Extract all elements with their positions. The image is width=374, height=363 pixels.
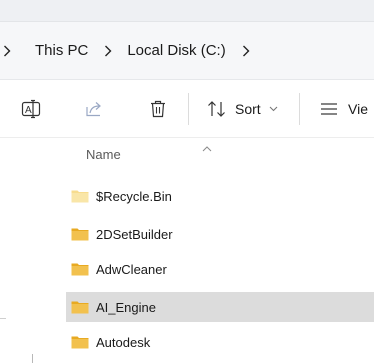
breadcrumb: This PC Local Disk (C:) — [0, 22, 374, 80]
delete-icon[interactable] — [146, 97, 170, 121]
list-item-label: Autodesk — [96, 334, 151, 350]
view-icon — [320, 102, 338, 116]
column-header-name[interactable]: Name — [86, 147, 121, 162]
breadcrumb-item-this-pc[interactable]: This PC — [35, 42, 88, 59]
rename-icon[interactable]: A — [19, 97, 43, 121]
sort-label: Sort — [235, 101, 261, 117]
view-label: Vie — [348, 101, 368, 117]
folder-icon — [71, 335, 89, 349]
share-icon[interactable] — [82, 97, 106, 121]
folder-icon — [71, 227, 89, 241]
list-item-label: AI_Engine — [96, 299, 156, 315]
sort-button[interactable]: Sort — [207, 97, 278, 121]
view-button[interactable]: Vie — [320, 97, 368, 121]
toolbar-divider — [188, 93, 189, 125]
chevron-down-icon — [269, 106, 278, 112]
sort-icon — [207, 100, 227, 118]
breadcrumb-item-local-disk[interactable]: Local Disk (C:) — [127, 42, 225, 59]
title-bar-strip — [0, 0, 374, 22]
navigation-pane-scroll-tick — [32, 354, 33, 363]
list-item[interactable]: $Recycle.Bin — [66, 181, 374, 211]
folder-icon — [71, 262, 89, 276]
list-item[interactable]: 2DSetBuilder — [66, 219, 374, 249]
svg-text:A: A — [25, 105, 32, 116]
file-explorer-window: This PC Local Disk (C:) A Sort Vie Name … — [0, 0, 374, 363]
command-bar: A Sort Vie — [0, 80, 374, 138]
toolbar-divider — [299, 93, 300, 125]
list-item[interactable]: Autodesk — [66, 327, 374, 357]
list-item[interactable]: AdwCleaner — [66, 254, 374, 284]
chevron-right-icon[interactable] — [102, 45, 114, 57]
list-item-label: $Recycle.Bin — [96, 188, 172, 204]
list-item-label: 2DSetBuilder — [96, 226, 173, 242]
chevron-right-icon[interactable] — [1, 45, 13, 57]
sort-ascending-caret-icon — [202, 139, 212, 157]
folder-icon — [71, 300, 89, 314]
chevron-right-icon[interactable] — [240, 45, 252, 57]
list-item-label: AdwCleaner — [96, 261, 167, 277]
folder-icon — [71, 189, 89, 203]
navigation-pane-divider — [0, 318, 6, 319]
list-item[interactable]: AI_Engine — [66, 292, 374, 322]
